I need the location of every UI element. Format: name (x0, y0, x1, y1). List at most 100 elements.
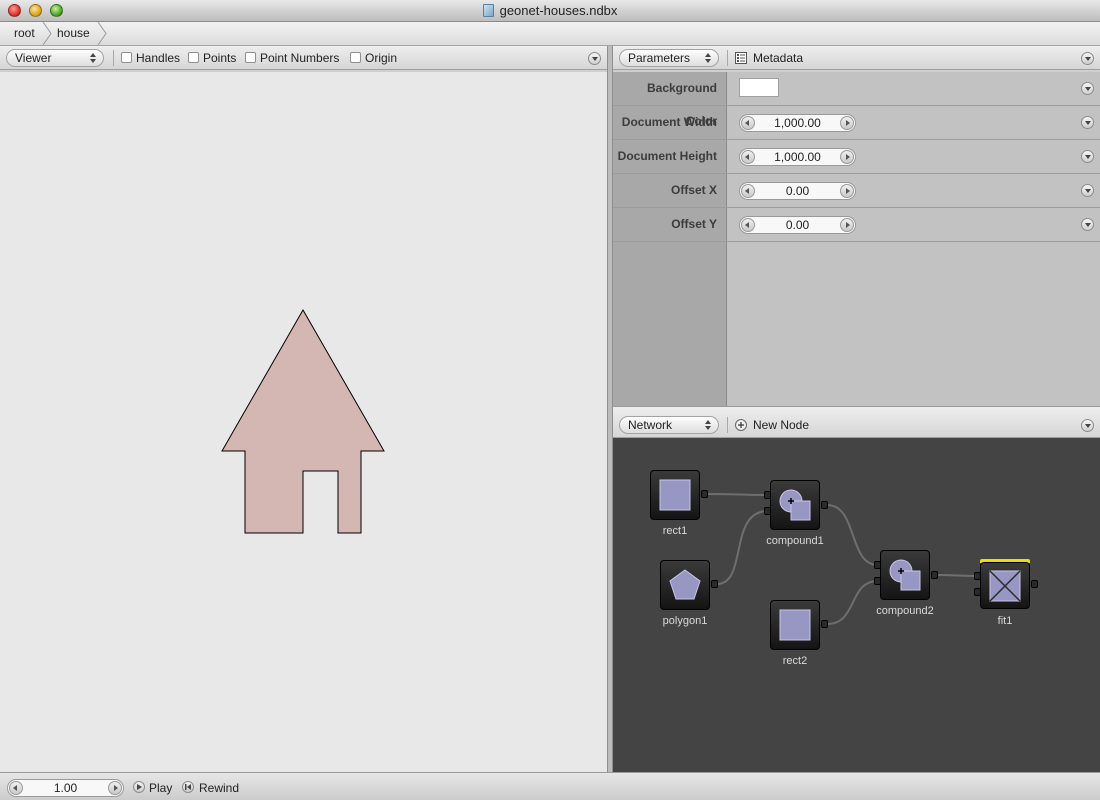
metadata-icon (735, 52, 747, 64)
points-checkbox[interactable] (188, 52, 199, 63)
offset-y-value: 0.00 (785, 218, 810, 232)
param-row-document-width: Document Width 1,000.00 (613, 106, 1100, 140)
output-port[interactable] (821, 620, 828, 628)
connection-line (716, 510, 769, 585)
fit-icon (989, 570, 1021, 602)
param-row-background-color: Background Color (613, 72, 1100, 128)
input-port[interactable] (874, 577, 881, 585)
frame-value: 1.00 (53, 781, 78, 795)
compound-icon (779, 489, 811, 521)
param-menu-button[interactable] (1081, 218, 1094, 231)
node-compound1[interactable] (770, 480, 820, 530)
origin-checkbox[interactable] (350, 52, 361, 63)
input-port[interactable] (974, 572, 981, 580)
handles-label: Handles (136, 51, 181, 65)
house-shape (221, 308, 385, 534)
decrement-icon[interactable] (741, 218, 755, 232)
offset-y-field[interactable]: 0.00 (739, 216, 856, 234)
parameters-mode-select[interactable]: Parameters (619, 49, 719, 67)
increment-icon[interactable] (840, 218, 854, 232)
node-label-compound1: compound1 (766, 535, 824, 547)
breadcrumb-house[interactable]: house (43, 22, 90, 45)
connection-line (936, 574, 979, 577)
output-port[interactable] (711, 580, 718, 588)
decrement-icon[interactable] (741, 116, 755, 130)
viewer-menu-button[interactable] (588, 52, 601, 65)
point-numbers-checkbox[interactable] (245, 52, 256, 63)
param-row-offset-x: Offset X 0.00 (613, 174, 1100, 208)
node-rect1[interactable] (650, 470, 700, 520)
node-label-polygon1: polygon1 (662, 615, 708, 627)
decrement-icon[interactable] (9, 781, 23, 795)
house-path (221, 308, 385, 534)
input-port[interactable] (974, 588, 981, 596)
increment-icon[interactable] (840, 150, 854, 164)
toolbar-divider (113, 50, 114, 66)
offset-x-field[interactable]: 0.00 (739, 182, 856, 200)
output-port[interactable] (821, 501, 828, 509)
rect-icon (659, 479, 691, 511)
network-mode-select[interactable]: Network (619, 416, 719, 434)
frame-field[interactable]: 1.00 (7, 779, 124, 797)
input-port[interactable] (764, 491, 771, 499)
parameters-mode-label: Parameters (628, 51, 691, 65)
node-polygon1[interactable] (660, 560, 710, 610)
plus-icon (735, 419, 747, 431)
points-label: Points (203, 51, 237, 65)
document-width-field[interactable]: 1,000.00 (739, 114, 856, 132)
input-port[interactable] (764, 507, 771, 515)
increment-icon[interactable] (108, 781, 122, 795)
node-label-compound2: compound2 (876, 605, 934, 617)
input-port[interactable] (874, 561, 881, 569)
network-toolbar: Network New Node (613, 406, 1100, 438)
increment-icon[interactable] (840, 116, 854, 130)
param-menu-button[interactable] (1081, 82, 1094, 95)
viewer-mode-select[interactable]: Viewer (6, 49, 104, 67)
param-label: Document Width (621, 115, 717, 129)
play-button[interactable]: Play (149, 781, 172, 795)
node-rect2[interactable] (770, 600, 820, 650)
param-label: Background Color (646, 81, 717, 128)
origin-label: Origin (365, 51, 398, 65)
viewer-toolbar: Viewer Handles Points Point Numbers Orig… (0, 46, 607, 70)
updown-arrows-icon (705, 53, 711, 63)
updown-arrows-icon (705, 420, 711, 430)
window-title-wrap: geonet-houses.ndbx (0, 3, 1100, 18)
network-menu-button[interactable] (1081, 419, 1094, 432)
play-icon[interactable] (133, 781, 145, 793)
node-compound2[interactable] (880, 550, 930, 600)
output-port[interactable] (701, 490, 708, 498)
param-menu-button[interactable] (1081, 184, 1094, 197)
point-numbers-label: Point Numbers (260, 51, 340, 65)
parameters-panel: Background Color Document Width 1,000.00… (613, 72, 1100, 406)
breadcrumb-root[interactable]: root (0, 22, 35, 45)
param-menu-button[interactable] (1081, 150, 1094, 163)
new-node-label: New Node (753, 418, 810, 432)
handles-checkbox[interactable] (121, 52, 132, 63)
connection-line (826, 580, 879, 625)
playback-bar: 1.00 Play Rewind (0, 772, 1100, 800)
polygon-icon (669, 569, 701, 600)
network-canvas[interactable]: rect1 compound1 polygon1 compound2 rect2… (613, 438, 1100, 772)
viewer-canvas[interactable] (0, 72, 607, 772)
output-port[interactable] (931, 571, 938, 579)
rewind-icon[interactable] (182, 781, 194, 793)
rewind-button[interactable]: Rewind (199, 781, 239, 795)
param-row-offset-y: Offset Y 0.00 (613, 208, 1100, 242)
background-color-swatch[interactable] (739, 78, 779, 97)
decrement-icon[interactable] (741, 150, 755, 164)
updown-arrows-icon (90, 53, 96, 63)
parameters-menu-button[interactable] (1081, 52, 1094, 65)
param-label: Document Height (617, 149, 717, 163)
increment-icon[interactable] (840, 184, 854, 198)
param-menu-button[interactable] (1081, 116, 1094, 129)
new-node-button[interactable]: New Node (735, 416, 825, 434)
decrement-icon[interactable] (741, 184, 755, 198)
compound-icon (889, 559, 921, 591)
document-icon (482, 4, 494, 17)
output-port[interactable] (1031, 580, 1038, 588)
network-mode-label: Network (628, 418, 673, 432)
document-height-field[interactable]: 1,000.00 (739, 148, 856, 166)
node-label-rect1: rect1 (662, 525, 688, 537)
node-fit1[interactable] (980, 562, 1030, 609)
